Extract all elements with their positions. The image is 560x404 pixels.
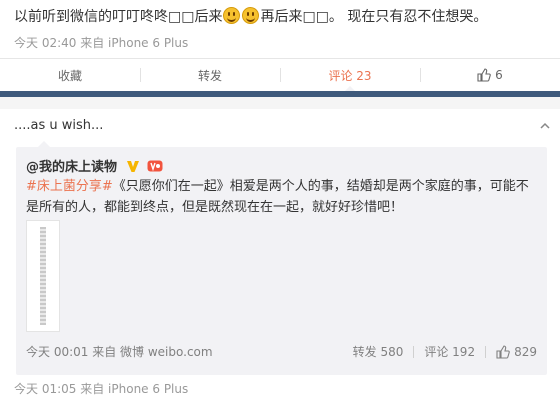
- comment-item: ....as u wish... @我的床上读物 #床上菌分享#《只愿你们在一起…: [0, 109, 560, 404]
- quoted-like-count: 829: [514, 344, 537, 359]
- smile-emoji-icon: [242, 7, 260, 24]
- quoted-meta: 今天 00:01 来自 微博 weibo.com: [26, 343, 213, 360]
- quoted-stats: 转发 580 评论 192 829: [353, 343, 537, 360]
- repost-button[interactable]: 转发: [140, 59, 280, 91]
- action-bar: 收藏 转发 评论 23 6: [0, 58, 560, 92]
- quoted-time[interactable]: 今天 00:01: [26, 345, 88, 359]
- comment-time[interactable]: 今天 01:05: [14, 382, 76, 396]
- status-source[interactable]: 来自 iPhone 6 Plus: [80, 36, 188, 50]
- comment-button[interactable]: 评论 23: [280, 59, 420, 92]
- comment-meta: 今天 01:05 来自 iPhone 6 Plus: [14, 380, 188, 397]
- status-time[interactable]: 今天 02:40: [14, 36, 76, 50]
- topic-link[interactable]: #床上菌分享#: [26, 179, 113, 194]
- smile-emoji-icon: [223, 7, 241, 24]
- like-count: 6: [495, 68, 503, 82]
- status-meta: 今天 02:40 来自 iPhone 6 Plus: [14, 34, 188, 51]
- quoted-post: @我的床上读物 #床上菌分享#《只愿你们在一起》相爱是两个人的事，结婚却是两个家…: [16, 141, 547, 375]
- quoted-body: #床上菌分享#《只愿你们在一起》相爱是两个人的事，结婚却是两个家庭的事，可能不是…: [26, 176, 536, 218]
- favorite-label: 收藏: [57, 68, 82, 83]
- quoted-source[interactable]: 来自 微博 weibo.com: [92, 345, 212, 359]
- like-button[interactable]: 6: [420, 59, 560, 91]
- status-card: 以前听到微信的叮叮咚咚□□后来 再后来□□。 现在只有忍不住想哭。 今天 02:4…: [0, 0, 560, 96]
- chevron-up-icon[interactable]: [538, 119, 552, 133]
- comment-source[interactable]: 来自 iPhone 6 Plus: [80, 382, 188, 396]
- quoted-author-row: @我的床上读物: [26, 156, 163, 175]
- favorite-button[interactable]: 收藏: [0, 59, 140, 91]
- quoted-comment-link[interactable]: 评论 192: [424, 343, 475, 360]
- comment-text: ....as u wish...: [14, 118, 104, 133]
- thumbs-up-icon: [477, 68, 491, 82]
- vip-icon: [147, 160, 163, 172]
- quoted-image-thumbnail[interactable]: [26, 220, 60, 332]
- separator-shadow: [0, 97, 560, 109]
- comment-label: 评论 23: [328, 68, 372, 83]
- status-text: 以前听到微信的叮叮咚咚□□后来 再后来□□。 现在只有忍不住想哭。: [14, 6, 487, 28]
- repost-label: 转发: [197, 68, 222, 83]
- status-text-part1: 以前听到微信的叮叮咚咚□□后来: [14, 9, 223, 25]
- quote-arrow: [38, 141, 50, 147]
- status-text-part2: 再后来□□。 现在只有忍不住想哭。: [260, 9, 488, 25]
- verified-icon: [126, 161, 139, 172]
- quoted-repost-link[interactable]: 转发 580: [353, 343, 404, 360]
- quoted-author-link[interactable]: @我的床上读物: [26, 160, 117, 175]
- thumbs-up-icon[interactable]: [496, 344, 510, 359]
